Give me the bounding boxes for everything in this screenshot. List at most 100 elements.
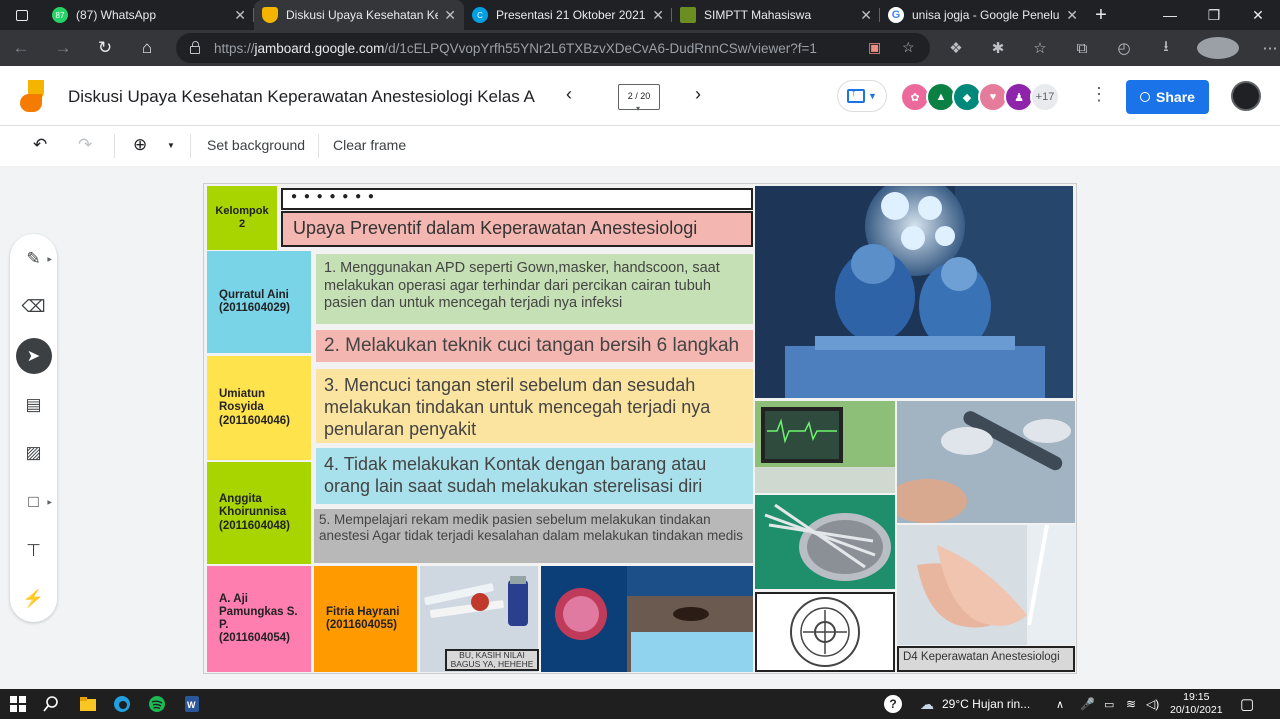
frame-indicator[interactable]: 2 / 20 bbox=[618, 84, 660, 114]
surgery-image bbox=[755, 186, 1073, 398]
tab-simptt[interactable]: SIMPTT Mahasiswa ✕ bbox=[672, 0, 880, 30]
board-title[interactable]: Upaya Preventif dalam Keperawatan Aneste… bbox=[281, 211, 753, 247]
instruments-photo[interactable] bbox=[755, 495, 895, 589]
point-5-note[interactable]: 5. Mempelajari rekam medik pasien sebelu… bbox=[314, 509, 753, 563]
more-options-icon[interactable]: ⋮ bbox=[1090, 84, 1108, 105]
monitor-photo[interactable] bbox=[755, 401, 895, 493]
tab-actions-icon[interactable] bbox=[0, 0, 44, 30]
clear-frame-button[interactable]: Clear frame bbox=[333, 137, 406, 153]
collaborator-avatars: ✿ ▲ ◆ ♥ ♟ +17 bbox=[900, 82, 1060, 112]
previous-frame-icon[interactable]: ‹ bbox=[566, 84, 572, 105]
university-logo-card[interactable] bbox=[755, 592, 895, 672]
back-icon[interactable]: ← bbox=[0, 38, 42, 58]
group-label[interactable]: Kelompok 2 bbox=[207, 186, 277, 250]
pen-tool[interactable]: ✎ ▶ bbox=[10, 241, 57, 277]
tab-google[interactable]: G unisa jogja - Google Penelus ✕ bbox=[880, 0, 1086, 30]
close-icon[interactable]: ✕ bbox=[234, 7, 246, 24]
next-frame-icon[interactable]: › bbox=[695, 84, 701, 105]
dots-row[interactable]: ● ● ● ● ● ● ● bbox=[281, 188, 753, 210]
show-hidden-icons[interactable]: ∧ bbox=[1056, 689, 1064, 719]
procedure-photo[interactable] bbox=[897, 401, 1075, 523]
close-icon[interactable]: ✕ bbox=[860, 7, 872, 24]
instruments-image bbox=[755, 495, 895, 589]
virus-mask-photo[interactable] bbox=[541, 566, 753, 672]
member-label[interactable]: A. Aji Pamungkas S. P. (2011604054) bbox=[207, 566, 311, 672]
close-icon[interactable]: ✕ bbox=[652, 7, 664, 24]
edge-icon[interactable] bbox=[112, 694, 132, 714]
close-icon[interactable]: ✕ bbox=[444, 7, 456, 24]
search-icon[interactable] bbox=[41, 694, 61, 714]
tab-presentasi[interactable]: C Presentasi 21 Oktober 2021 - ✕ bbox=[464, 0, 672, 30]
point-4-note[interactable]: 4. Tidak melakukan Kontak dengan barang … bbox=[316, 448, 753, 504]
shape-tool[interactable]: □ ▶ bbox=[10, 484, 57, 520]
member-label[interactable]: Anggita Khoirunnisa (2011604048) bbox=[207, 462, 311, 564]
address-bar[interactable]: https://jamboard.google.com/d/1cELPQVvop… bbox=[176, 33, 930, 63]
file-explorer-icon[interactable] bbox=[78, 694, 98, 714]
profile-avatar[interactable] bbox=[1197, 37, 1239, 59]
member-label[interactable]: Umiatun Rosyida (2011604046) bbox=[207, 356, 311, 460]
user-avatar[interactable] bbox=[1231, 81, 1261, 111]
new-tab-button[interactable]: + bbox=[1086, 4, 1116, 27]
volume-icon[interactable]: ◁) bbox=[1146, 689, 1159, 719]
windows-start-icon[interactable] bbox=[8, 694, 28, 714]
sticky-note-tool[interactable]: ▤ bbox=[10, 387, 57, 423]
weather-widget[interactable]: ☁ 29°C Hujan rin... bbox=[920, 689, 1030, 719]
text-box-tool[interactable]: ⊤ bbox=[10, 533, 57, 569]
favorites-icon[interactable]: ☆ bbox=[1019, 39, 1061, 57]
download-icon[interactable]: ⭳ bbox=[1145, 36, 1187, 61]
tab-jamboard[interactable]: Diskusi Upaya Kesehatan Kep ✕ bbox=[254, 0, 464, 30]
point-3-note[interactable]: 3. Mencuci tangan steril sebelum dan ses… bbox=[316, 369, 753, 443]
clock[interactable]: 19:15 20/10/2021 bbox=[1170, 689, 1223, 719]
notifications-icon[interactable]: ▢ bbox=[1240, 689, 1254, 719]
syringe-caption[interactable]: BU, KASIH NILAI BAGUS YA, HEHEHE bbox=[445, 649, 539, 671]
word-icon[interactable]: W bbox=[182, 694, 202, 714]
spotify-icon[interactable] bbox=[147, 694, 167, 714]
laser-tool[interactable]: ⚡ bbox=[10, 581, 57, 617]
microphone-icon[interactable]: 🎤 bbox=[1080, 689, 1095, 719]
zoom-icon[interactable]: ⊕ bbox=[133, 135, 147, 155]
close-icon[interactable]: ✕ bbox=[1066, 7, 1078, 24]
url-text[interactable]: https://jamboard.google.com/d/1cELPQVvop… bbox=[214, 41, 817, 56]
jam-title[interactable]: Diskusi Upaya Kesehatan Keperawatan Anes… bbox=[68, 87, 535, 107]
help-icon[interactable]: ? bbox=[884, 689, 902, 719]
minimize-icon[interactable]: — bbox=[1148, 0, 1192, 30]
point-1-note[interactable]: 1. Menggunakan APD seperti Gown,masker, … bbox=[316, 254, 753, 324]
battery-icon[interactable]: ▭ bbox=[1104, 689, 1114, 719]
wifi-icon[interactable]: ≋ bbox=[1126, 689, 1136, 719]
program-caption[interactable]: D4 Keperawatan Anestesiologi bbox=[897, 646, 1075, 672]
collections-icon[interactable]: ⧉ bbox=[1061, 40, 1103, 57]
more-collaborators-badge[interactable]: +17 bbox=[1030, 82, 1060, 112]
home-icon[interactable]: ⌂ bbox=[126, 38, 168, 58]
lock-icon[interactable] bbox=[190, 41, 200, 54]
text-box-icon: ⊤ bbox=[26, 541, 41, 560]
forward-icon[interactable]: → bbox=[42, 38, 84, 58]
zoom-dropdown-icon[interactable]: ▼ bbox=[167, 141, 175, 150]
jam-canvas[interactable]: Kelompok 2 ● ● ● ● ● ● ● Upaya Preventif… bbox=[203, 183, 1077, 674]
extension-icon[interactable]: ❖ bbox=[935, 39, 977, 57]
reload-icon[interactable]: ↻ bbox=[84, 38, 126, 58]
point-2-note[interactable]: 2. Melakukan teknik cuci tangan bersih 6… bbox=[316, 330, 753, 362]
undo-icon[interactable]: ↶ bbox=[33, 135, 47, 155]
image-tool[interactable]: ▨ bbox=[10, 435, 57, 471]
member-label[interactable]: Qurratul Aini (2011604029) bbox=[207, 251, 311, 353]
restore-icon[interactable]: ❐ bbox=[1192, 0, 1236, 30]
select-tool[interactable]: ➤ bbox=[10, 338, 57, 374]
tab-whatsapp[interactable]: 87 (87) WhatsApp ✕ bbox=[44, 0, 254, 30]
bookmark-add-icon[interactable]: ☆ bbox=[902, 39, 915, 56]
pen-icon: ✎ bbox=[26, 249, 41, 268]
windows-taskbar: W ? ☁ 29°C Hujan rin... ∧ 🎤 ▭ ≋ ◁) 19:15 … bbox=[0, 689, 1280, 719]
member-label[interactable]: Fitria Hayrani (2011604055) bbox=[314, 566, 417, 672]
svg-text:W: W bbox=[187, 700, 196, 710]
redo-icon[interactable]: ↷ bbox=[78, 135, 92, 155]
surgery-photo[interactable] bbox=[755, 186, 1073, 398]
hand-washing-photo[interactable] bbox=[897, 525, 1075, 645]
set-background-button[interactable]: Set background bbox=[207, 137, 305, 153]
close-window-icon[interactable]: ✕ bbox=[1236, 0, 1280, 30]
present-button[interactable]: ▼ bbox=[837, 80, 887, 112]
camera-blocked-icon[interactable]: ▣ bbox=[868, 39, 881, 56]
eraser-tool[interactable]: ⌫ bbox=[10, 289, 57, 325]
puzzle-icon[interactable]: ✱ bbox=[977, 39, 1019, 57]
history-icon[interactable]: ◴ bbox=[1103, 39, 1145, 57]
menu-icon[interactable]: ⋯ bbox=[1249, 39, 1280, 57]
share-button[interactable]: Share bbox=[1126, 80, 1209, 114]
